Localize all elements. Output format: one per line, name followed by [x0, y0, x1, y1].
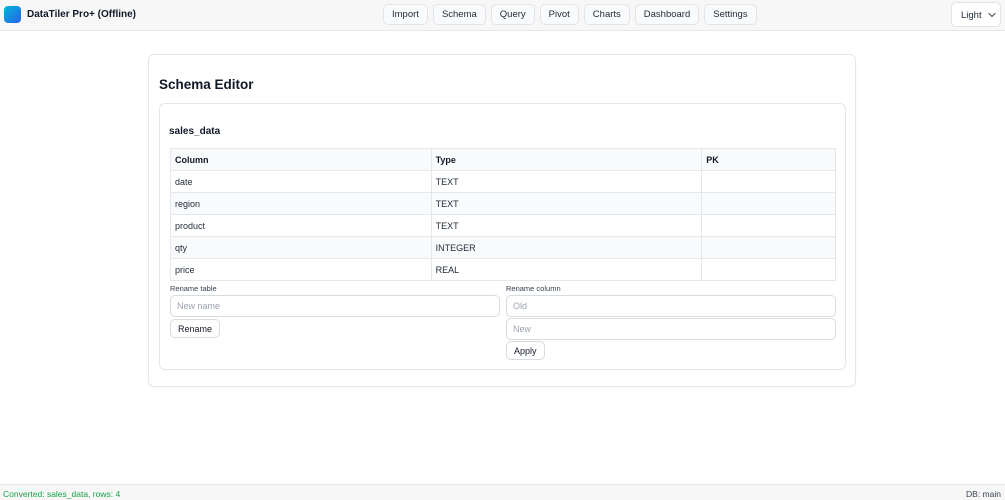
column-header-type: Type [430, 148, 703, 171]
cell-column-type: INTEGER [430, 236, 703, 259]
status-bar: Converted: sales_data, rows: 4 DB: main [0, 484, 1005, 500]
schema-editor-card: Schema Editor sales_data Column Type PK … [148, 54, 856, 387]
rename-column-new-input[interactable] [506, 318, 836, 340]
nav-charts-button[interactable]: Charts [583, 4, 630, 25]
theme-select[interactable]: Light [951, 2, 1001, 27]
table-row: qty INTEGER [170, 236, 836, 259]
cell-column-name: product [170, 214, 432, 237]
nav-pivot-button[interactable]: Pivot [539, 4, 579, 25]
rename-table-button[interactable]: Rename [170, 319, 221, 338]
rename-table-input[interactable] [170, 295, 500, 317]
db-indicator: DB: main [966, 489, 1001, 499]
nav-dashboard-button[interactable]: Dashboard [634, 4, 700, 25]
cell-column-pk [701, 236, 836, 259]
cell-column-type: TEXT [430, 192, 703, 215]
page-title: Schema Editor [159, 77, 254, 92]
status-message: Converted: sales_data, rows: 4 [3, 489, 121, 499]
cell-column-type: TEXT [430, 170, 703, 193]
table-header-row: Column Type PK [170, 148, 836, 171]
cell-column-pk [701, 214, 836, 237]
nav-schema-button[interactable]: Schema [432, 4, 486, 25]
column-header-column: Column [170, 148, 432, 171]
cell-column-pk [701, 192, 836, 215]
nav-settings-button[interactable]: Settings [704, 4, 757, 25]
cell-column-name: qty [170, 236, 432, 259]
chevron-down-icon [988, 12, 996, 18]
main-nav: Import Schema Query Pivot Charts Dashboa… [383, 4, 757, 26]
cell-column-pk [701, 170, 836, 193]
cell-column-name: price [170, 258, 432, 281]
nav-query-button[interactable]: Query [490, 4, 535, 25]
table-row: region TEXT [170, 192, 836, 215]
column-header-pk: PK [701, 148, 836, 171]
rename-table-label: Rename table [170, 284, 217, 293]
top-bar: DataTiler Pro+ (Offline) Import Schema Q… [0, 0, 1005, 31]
table-row: product TEXT [170, 214, 836, 237]
table-row: price REAL [170, 258, 836, 281]
cell-column-name: date [170, 170, 432, 193]
cell-column-pk [701, 258, 836, 281]
cell-column-type: TEXT [430, 214, 703, 237]
schema-table: Column Type PK date TEXT region TEXT pro [170, 148, 836, 281]
apply-rename-column-button[interactable]: Apply [506, 341, 545, 360]
cell-column-name: region [170, 192, 432, 215]
table-schema-panel: sales_data Column Type PK date TEXT regi… [159, 103, 846, 370]
table-name-heading: sales_data [169, 126, 221, 137]
theme-select-value: Light [961, 10, 982, 21]
app-title: DataTiler Pro+ (Offline) [27, 9, 137, 20]
app-logo-icon [4, 6, 21, 23]
cell-column-type: REAL [430, 258, 703, 281]
nav-import-button[interactable]: Import [383, 4, 428, 25]
rename-column-label: Rename column [506, 284, 561, 293]
rename-column-old-input[interactable] [506, 295, 836, 317]
table-row: date TEXT [170, 170, 836, 193]
